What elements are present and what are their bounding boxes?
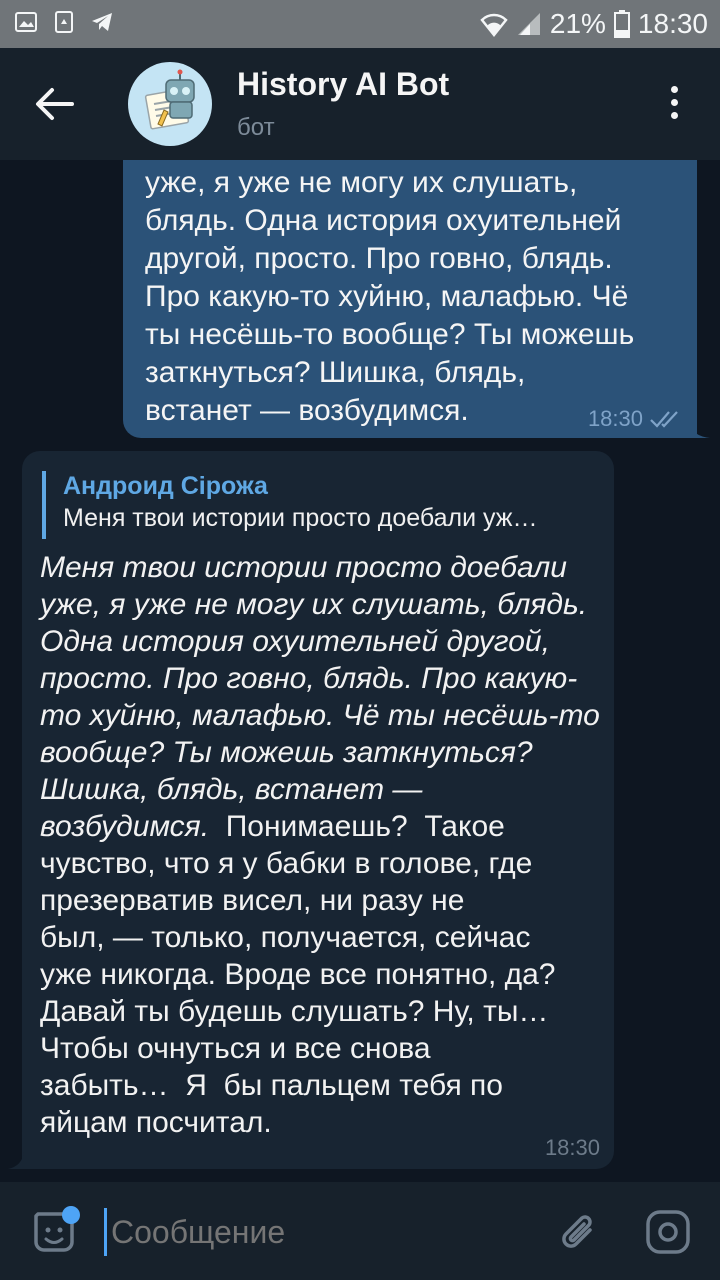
bot-avatar[interactable] [128,62,212,146]
message-time: 18:30 [587,406,643,431]
bubble-tail [8,1152,24,1169]
reply-preview[interactable]: Андроид Сірожа Меня твои истории просто … [42,471,602,539]
chat-header: History AI Bot бот [0,48,720,160]
message-meta: 18:30 [588,406,683,432]
reply-snippet: Меня твои истории просто доебали уж… [63,504,538,532]
reply-author: Андроид Сірожа [63,472,268,500]
composer [0,1182,720,1280]
outgoing-message[interactable]: уже, я уже не могу их слушать, блядь. Од… [123,160,697,438]
recycle-icon [55,11,73,33]
double-check-icon [650,411,678,428]
back-arrow-icon[interactable] [28,84,84,124]
incoming-message[interactable]: Андроид Сірожа Меня твои истории просто … [22,451,614,1169]
attach-icon[interactable] [556,1208,602,1256]
message-text: Меня твои истории просто доебали уже, я … [40,549,600,1141]
telegram-icon [92,13,112,31]
more-vertical-icon[interactable] [664,86,684,126]
wifi-icon [480,13,508,37]
message-time: 18:30 [544,1135,600,1160]
gallery-icon [15,12,37,32]
quoted-italic-text: Меня твои истории просто доебали уже, я … [40,551,600,843]
notification-dot [62,1206,80,1224]
clock: 18:30 [637,8,708,39]
message-list[interactable]: уже, я уже не могу их слушать, блядь. Од… [0,160,720,1182]
message-body-text: Понимаешь? Такое чувство, что я у бабки … [40,810,556,1139]
camera-icon[interactable] [644,1208,692,1256]
message-text: уже, я уже не могу их слушать, блядь. Од… [145,166,635,427]
message-input[interactable] [104,1208,524,1256]
chat-title[interactable]: History AI Bot [237,66,449,103]
signal-icon [517,13,540,35]
robot-avatar-icon [144,69,195,130]
bubble-tail [688,422,710,438]
chat-subtitle: бот [237,114,275,141]
battery-percent: 21% [549,8,606,39]
status-bar: 21% 18:30 [0,0,720,48]
battery-icon [613,10,630,38]
